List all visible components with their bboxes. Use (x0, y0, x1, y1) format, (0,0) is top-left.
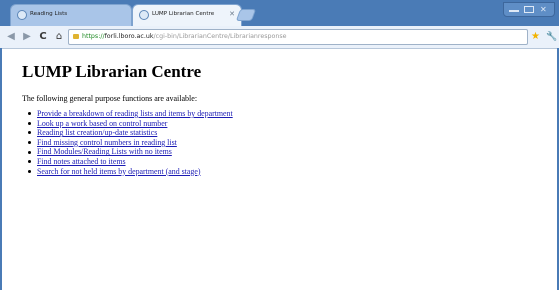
new-tab-button[interactable] (235, 9, 257, 21)
url-host: forli.lboro.ac.uk (104, 33, 154, 40)
address-bar[interactable]: https://forli.lboro.ac.uk/cgi-bin/Librar… (68, 29, 528, 45)
function-link-statistics[interactable]: Reading list creation/up-date statistics (37, 128, 157, 137)
url-scheme: https:// (82, 33, 105, 40)
url-path: /cgi-bin/LibrarianCentre/Librarianrespon… (153, 33, 287, 40)
list-item: Find Modules/Reading Lists with no items (28, 147, 233, 157)
browser-toolbar: ◀ ▶ C ⌂ https://forli.lboro.ac.uk/cgi-bi… (0, 26, 559, 49)
function-link-not-held[interactable]: Search for not held items by department … (37, 167, 200, 176)
maximize-icon[interactable] (524, 6, 534, 13)
function-link-breakdown[interactable]: Provide a breakdown of reading lists and… (37, 109, 233, 118)
list-item: Look up a work based on control number (28, 119, 233, 129)
tab-lump-librarian-centre[interactable]: LUMP Librarian Centre ✕ (132, 4, 242, 26)
page-favicon-icon (17, 10, 27, 20)
list-item: Find notes attached to items (28, 157, 233, 167)
list-item: Reading list creation/up-date statistics (28, 128, 233, 138)
wrench-icon[interactable]: 🔧 (546, 30, 557, 44)
tab-label: LUMP Librarian Centre (152, 11, 215, 17)
tab-reading-lists[interactable]: Reading Lists (10, 4, 132, 26)
minimize-icon[interactable] (509, 6, 519, 12)
reload-icon[interactable]: C (36, 30, 50, 44)
list-item: Search for not held items by department … (28, 167, 233, 177)
list-item: Provide a breakdown of reading lists and… (28, 109, 233, 119)
title-bar: Reading Lists LUMP Librarian Centre ✕ ✕ (0, 0, 559, 27)
page-title: LUMP Librarian Centre (22, 62, 202, 81)
back-arrow-icon[interactable]: ◀ (4, 30, 18, 44)
lock-icon (73, 34, 79, 39)
tab-close-icon[interactable]: ✕ (229, 10, 235, 18)
home-icon[interactable]: ⌂ (52, 30, 66, 44)
function-link-missing-control-numbers[interactable]: Find missing control numbers in reading … (37, 138, 177, 147)
star-icon[interactable]: ★ (531, 30, 540, 44)
function-link-no-items[interactable]: Find Modules/Reading Lists with no items (37, 147, 172, 156)
function-link-lookup-work[interactable]: Look up a work based on control number (37, 119, 167, 128)
tab-label: Reading Lists (30, 11, 68, 17)
page-favicon-icon (139, 10, 149, 20)
forward-arrow-icon[interactable]: ▶ (20, 30, 34, 44)
close-window-icon[interactable]: ✕ (540, 6, 550, 14)
intro-text: The following general purpose functions … (22, 94, 198, 103)
window-controls: ✕ (503, 2, 555, 17)
page-content: LUMP Librarian Centre The following gene… (2, 49, 557, 290)
function-link-notes[interactable]: Find notes attached to items (37, 157, 126, 166)
list-item: Find missing control numbers in reading … (28, 138, 233, 148)
function-list: Provide a breakdown of reading lists and… (28, 109, 233, 177)
